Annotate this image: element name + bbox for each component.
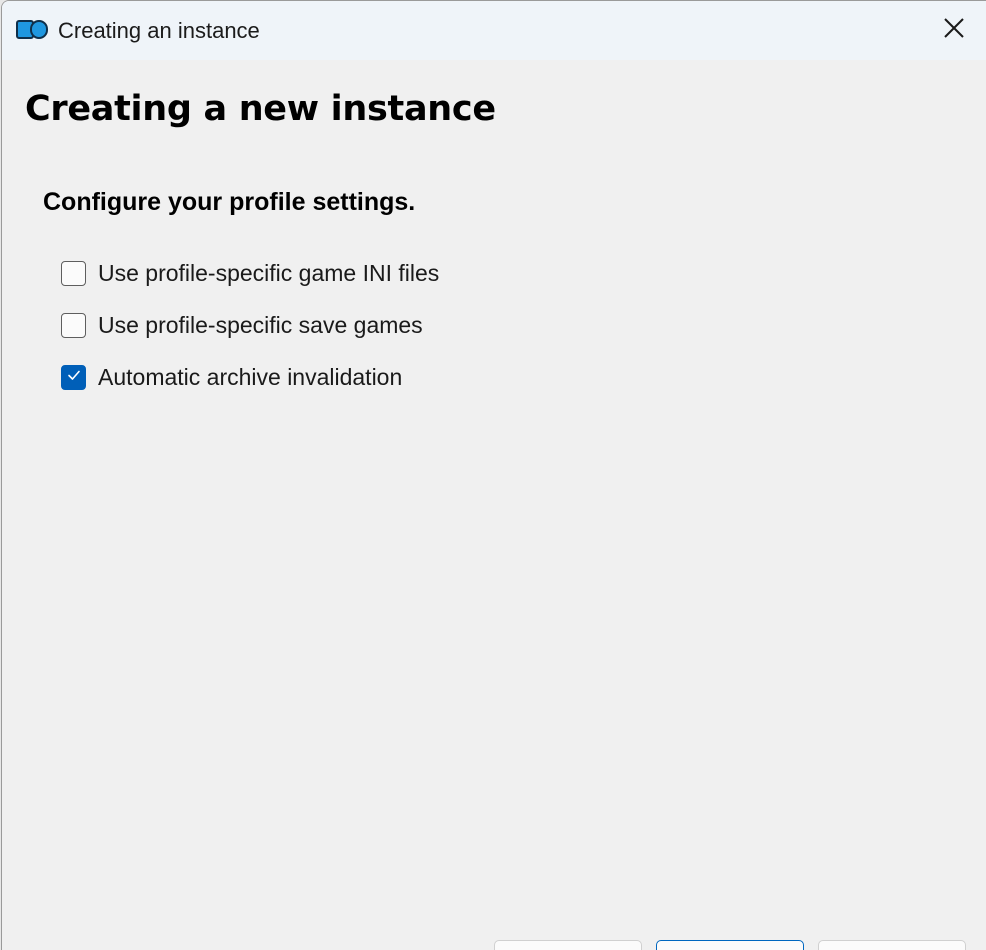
- page-title: Creating a new instance: [25, 89, 496, 129]
- option-label: Automatic archive invalidation: [98, 363, 403, 390]
- checkmark-icon: [66, 367, 82, 388]
- checkbox-profile-save-games[interactable]: [61, 312, 86, 338]
- next-button[interactable]: [656, 940, 804, 950]
- option-label: Use profile-specific game INI files: [98, 259, 440, 286]
- title-bar: Creating an instance: [2, 1, 986, 60]
- option-profile-ini-files[interactable]: Use profile-specific game INI files: [61, 258, 439, 288]
- option-profile-save-games[interactable]: Use profile-specific save games: [61, 310, 423, 340]
- dialog-window: Creating an instance Creating a new inst…: [1, 0, 986, 950]
- option-label: Use profile-specific save games: [98, 311, 423, 338]
- section-heading: Configure your profile settings.: [43, 188, 416, 216]
- app-icon: [16, 20, 48, 40]
- back-button[interactable]: [494, 940, 642, 950]
- checkbox-profile-ini-files[interactable]: [61, 260, 86, 286]
- checkbox-archive-invalidation[interactable]: [61, 364, 86, 390]
- cancel-button[interactable]: [818, 940, 966, 950]
- close-button[interactable]: [922, 1, 986, 60]
- option-archive-invalidation[interactable]: Automatic archive invalidation: [61, 362, 402, 392]
- close-icon: [943, 17, 965, 44]
- window-title: Creating an instance: [58, 18, 260, 43]
